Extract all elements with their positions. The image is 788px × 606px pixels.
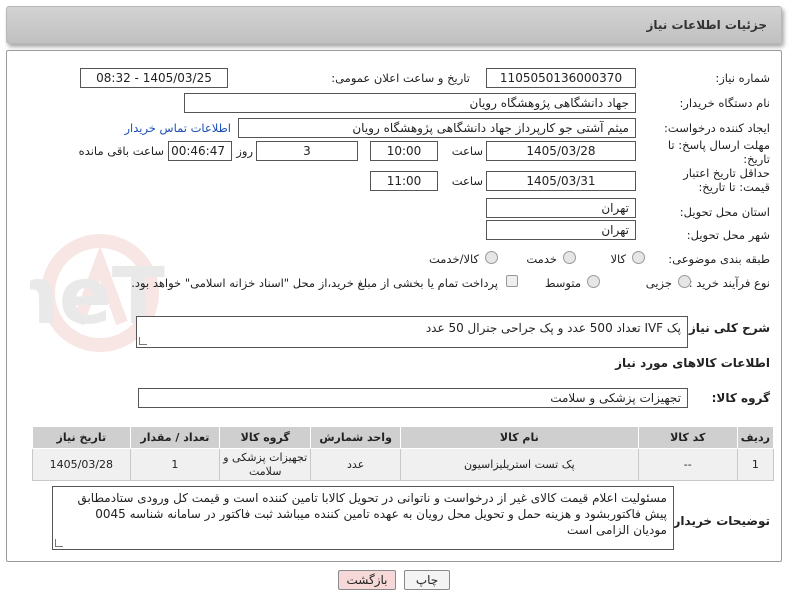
cell-group: تجهیزات پزشکی و سلامت [219, 448, 312, 481]
summary-text: پک IVF تعداد 500 عدد و پک جراحی جنرال 50… [425, 321, 681, 335]
title-bar: جزئیات اطلاعات نیاز [6, 6, 782, 44]
buyer-notes-label: توضیحات خریدار: [668, 514, 770, 528]
city-label: شهر محل تحویل: [686, 228, 770, 242]
col-group: گروه کالا [219, 426, 312, 449]
reply-time-field: 10:00 [370, 141, 438, 161]
goods-group-label: گروه کالا: [711, 391, 770, 405]
category-option-goods-service: کالا/خدمت [428, 252, 479, 266]
print-button[interactable]: چاپ [404, 570, 450, 590]
need-number-field: 1105050136000370 [486, 68, 636, 88]
col-quantity: تعداد / مقدار [129, 426, 221, 449]
col-row: ردیف [736, 426, 775, 449]
back-button[interactable]: بازگشت [338, 570, 396, 590]
buyer-notes-text: مسئولیت اعلام قیمت کالای غیر از درخواست … [77, 491, 667, 537]
summary-textarea[interactable]: پک IVF تعداد 500 عدد و پک جراحی جنرال 50… [136, 316, 688, 348]
category-option-service: خدمت [526, 252, 557, 266]
price-validity-label: حداقل تاریخ اعتبار قیمت: تا تاریخ: [683, 166, 770, 194]
table-header-row: ردیف کد کالا نام کالا واحد شمارش گروه کا… [32, 426, 775, 449]
price-time-label: ساعت [451, 174, 483, 188]
creator-label: ایجاد کننده درخواست: [664, 121, 770, 135]
reply-date-field: 1405/03/28 [486, 141, 636, 161]
table-row: 1 -- پک تست استریلیزاسیون عدد تجهیزات پز… [32, 448, 775, 481]
category-radio-service[interactable] [563, 251, 576, 264]
category-label: طبقه بندی موضوعی: [668, 252, 770, 266]
cell-quantity: 1 [129, 448, 221, 481]
price-date-field: 1405/03/31 [486, 171, 636, 191]
price-time-field: 11:00 [370, 171, 438, 191]
col-name: نام کالا [399, 426, 639, 449]
buyer-org-label: نام دستگاه خریدار: [679, 96, 770, 110]
category-radio-goods[interactable] [632, 251, 645, 264]
resize-handle-icon[interactable] [139, 337, 147, 345]
category-option-goods: کالا [610, 252, 626, 266]
buyer-notes-textarea[interactable]: مسئولیت اعلام قیمت کالای غیر از درخواست … [52, 486, 674, 550]
remaining-time-field: 00:46:47 [168, 141, 232, 161]
province-label: استان محل تحویل: [679, 205, 770, 219]
cell-row: 1 [736, 448, 775, 481]
items-table: ردیف کد کالا نام کالا واحد شمارش گروه کا… [32, 426, 775, 481]
announce-field: 1405/03/25 - 08:32 [80, 68, 228, 88]
page-title: جزئیات اطلاعات نیاز [646, 18, 767, 32]
goods-info-heading: اطلاعات کالاهای مورد نیاز [615, 356, 770, 370]
col-code: کد کالا [637, 426, 738, 449]
treasury-payment-note: پرداخت تمام یا بخشی از مبلغ خرید،از محل … [131, 276, 498, 290]
cell-need-date: 1405/03/28 [32, 448, 131, 481]
need-number-label: شماره نیاز: [715, 71, 770, 85]
col-unit: واحد شمارش [310, 426, 401, 449]
creator-field: میثم آشتی جو کارپرداز جهاد دانشگاهی پژوه… [238, 118, 636, 138]
remaining-time-label: ساعت باقی مانده [78, 144, 164, 158]
cell-code: -- [637, 448, 738, 481]
cell-unit: عدد [310, 448, 401, 481]
announce-label: تاریخ و ساعت اعلان عمومی: [331, 71, 470, 85]
buyer-org-field: جهاد دانشگاهی پژوهشگاه رویان [184, 93, 636, 113]
process-radio-minor[interactable] [678, 275, 691, 288]
process-option-minor: جزیی [645, 276, 672, 290]
buyer-contact-link[interactable]: اطلاعات تماس خریدار [124, 121, 231, 135]
days-field: 3 [256, 141, 358, 161]
reply-time-label: ساعت [451, 144, 483, 158]
resize-handle-icon[interactable] [55, 539, 63, 547]
process-radio-medium[interactable] [587, 275, 600, 288]
category-radio-goods-service[interactable] [485, 251, 498, 264]
goods-group-field: تجهیزات پزشکی و سلامت [138, 388, 688, 408]
col-need-date: تاریخ نیاز [32, 426, 131, 449]
page: جزئیات اطلاعات نیاز AriaTender.neT شماره… [0, 0, 788, 606]
process-label: نوع فرآیند خرید : [688, 276, 770, 290]
process-option-medium: متوسط [544, 276, 581, 290]
city-field: تهران [486, 220, 636, 240]
summary-label: شرح کلی نیاز: [684, 321, 770, 335]
reply-deadline-label: مهلت ارسال پاسخ: تا تاریخ: [667, 138, 770, 166]
province-field: تهران [486, 198, 636, 218]
treasury-payment-checkbox[interactable] [506, 275, 518, 287]
cell-name: پک تست استریلیزاسیون [399, 448, 639, 481]
